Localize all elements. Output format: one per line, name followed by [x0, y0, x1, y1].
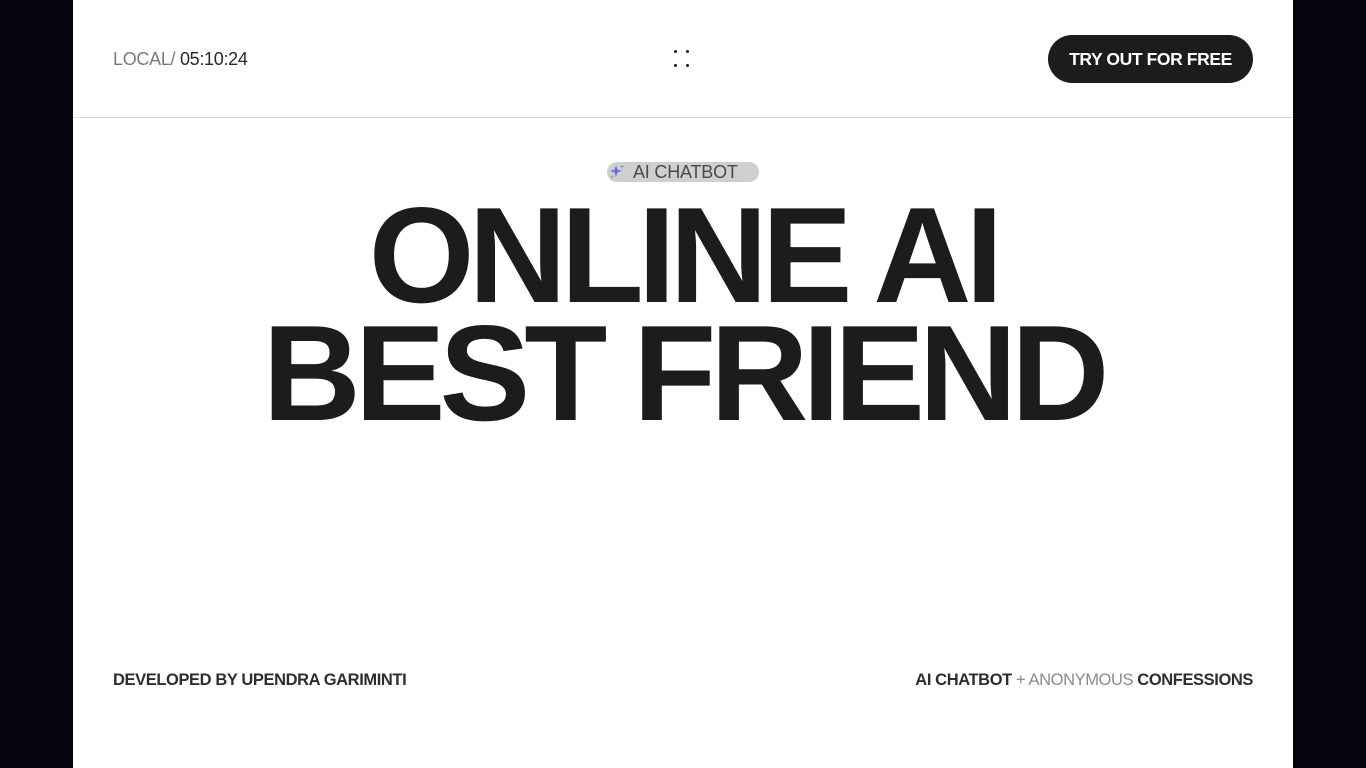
tagline-chatbot: AI CHATBOT: [915, 671, 1012, 689]
hero-title-line-2: BEST FRIEND: [262, 297, 1110, 449]
product-tagline: AI CHATBOT + ANONYMOUS CONFESSIONS: [915, 669, 1253, 691]
header-bar: LOCAL/ 05:10:24 TRY OUT FOR FREE: [73, 0, 1293, 118]
local-clock: LOCAL/ 05:10:24: [113, 47, 248, 71]
clock-separator: /: [170, 49, 176, 69]
tagline-anonymous: ANONYMOUS: [1028, 671, 1134, 689]
tagline-confessions: CONFESSIONS: [1137, 671, 1253, 689]
try-out-free-button[interactable]: TRY OUT FOR FREE: [1048, 35, 1253, 83]
tagline-plus: +: [1016, 671, 1026, 689]
landing-page: LOCAL/ 05:10:24 TRY OUT FOR FREE AI CHAT…: [73, 0, 1293, 768]
clock-time: 05:10:24: [179, 49, 248, 69]
dots-grid-icon[interactable]: [673, 48, 693, 70]
developer-credit: DEVELOPED BY UPENDRA GARIMINTI: [113, 671, 407, 689]
hero-title: ONLINE AI BEST FRIEND: [73, 187, 1293, 449]
clock-label: LOCAL: [113, 49, 171, 69]
